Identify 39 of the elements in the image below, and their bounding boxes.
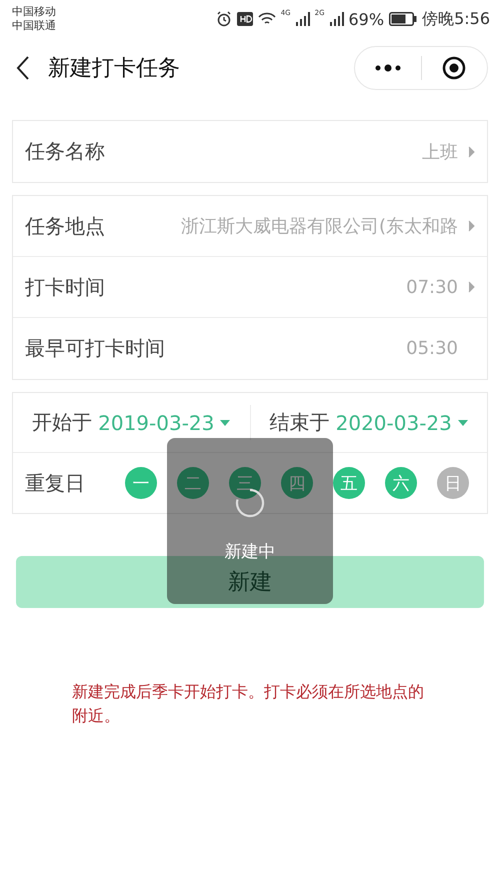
row-value: 浙江斯大威电器有限公司(东太和路 [180, 215, 458, 238]
weekday-toggle[interactable]: 六 [385, 467, 417, 499]
date-picker[interactable]: 开始于 2019-03-23 [13, 405, 250, 440]
note-text: 新建完成后季卡开始打卡。打卡必须在所选地点的附近。 [72, 681, 425, 727]
form-row[interactable]: 打卡时间 07:30 [13, 257, 487, 318]
alarm-icon [216, 11, 232, 27]
battery-icon [389, 12, 418, 26]
row-value: 07:30 [406, 276, 458, 298]
weekday-toggle[interactable]: 五 [333, 467, 365, 499]
row-value: 上班 [422, 140, 458, 164]
row-label: 最早可打卡时间 [25, 335, 165, 362]
page-title: 新建打卡任务 [48, 55, 181, 83]
hd-icon [236, 12, 253, 26]
weekday-toggle[interactable]: 一 [125, 467, 157, 499]
form-row[interactable]: 任务名称 上班 [13, 121, 487, 182]
row-label: 打卡时间 [25, 274, 105, 300]
weekday-toggle[interactable]: 日 [437, 467, 469, 499]
row-label: 任务地点 [25, 212, 105, 240]
caret-icon [220, 420, 230, 426]
carrier-name: 中国联通 [12, 19, 56, 33]
weekday-toggle[interactable]: 二 [177, 467, 209, 499]
date-picker[interactable]: 结束于 2020-03-23 [250, 405, 487, 440]
row-label: 任务名称 [25, 138, 105, 165]
form-row[interactable]: 任务地点 浙江斯大威电器有限公司(东太和路 [13, 196, 487, 257]
weekday-toggle[interactable]: 四 [281, 467, 313, 499]
more-icon [374, 64, 402, 72]
signal-icon [296, 12, 310, 26]
repeat-label: 重复日 [25, 470, 85, 496]
carrier-name: 中国移动 [12, 5, 56, 19]
row-value: 05:30 [406, 338, 458, 359]
clock-time: 傍晚5:56 [422, 8, 490, 30]
wifi-icon [258, 12, 276, 26]
form-row[interactable]: 最早可打卡时间 05:30 [13, 318, 487, 379]
target-icon [442, 56, 466, 80]
signal-icon [330, 12, 344, 26]
back-icon[interactable] [16, 56, 30, 80]
caret-icon [458, 420, 468, 426]
weekday-toggle[interactable]: 三 [229, 467, 261, 499]
battery-percent: 69% [348, 10, 384, 28]
